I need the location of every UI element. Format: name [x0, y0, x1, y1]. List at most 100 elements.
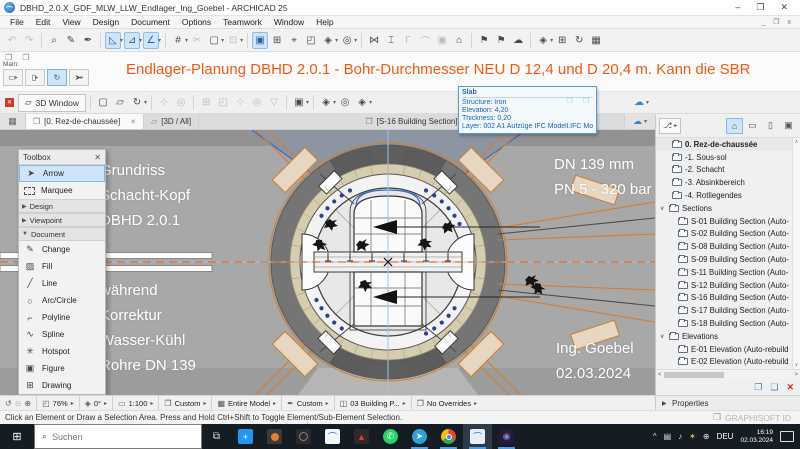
- app-telegram-button[interactable]: ➤: [405, 424, 434, 449]
- graphisoft-id[interactable]: ❐ GRAPHISOFT ID: [713, 412, 795, 423]
- layer-combination-control[interactable]: ❐ Custom▸: [159, 396, 212, 410]
- element-filter-icon[interactable]: ◈: [320, 32, 336, 49]
- target-icon[interactable]: ⌖: [286, 32, 302, 49]
- app-fan-button[interactable]: [289, 424, 318, 449]
- app-pharmacy-button[interactable]: +: [231, 424, 260, 449]
- navigator-horizontal-scrollbar[interactable]: < >: [656, 369, 800, 379]
- story-row-0[interactable]: 0. Rez-de-chaussée: [656, 138, 792, 151]
- rotate-tool-button[interactable]: ↻: [47, 69, 67, 86]
- 3d-window-button[interactable]: ▱ 3D Window: [18, 94, 86, 112]
- publisher-icon[interactable]: ▣: [780, 118, 797, 134]
- task-view-button[interactable]: ⧉: [202, 424, 231, 449]
- elevation-row-0[interactable]: E-01 Elevation (Auto-rebuild: [656, 343, 792, 356]
- lock-caret[interactable]: ▾: [240, 37, 243, 44]
- explore-icon[interactable]: ◎: [173, 94, 189, 111]
- publish-icon[interactable]: ☁: [510, 32, 526, 49]
- render-settings-icon[interactable]: ◎: [337, 94, 353, 111]
- orbit-caret[interactable]: ▾: [144, 99, 147, 106]
- maximize-button[interactable]: ❐: [756, 2, 764, 13]
- taskbar-search[interactable]: ⌕: [34, 424, 202, 449]
- marquee-mode-icon[interactable]: ▢: [206, 32, 222, 49]
- renovation-filter-control[interactable]: ◫ 03 Building P...▸: [335, 396, 412, 410]
- axono-view-icon[interactable]: ▱: [112, 94, 128, 111]
- navigator-tree-button[interactable]: ⎇ ▸: [659, 118, 681, 134]
- menu-help[interactable]: Help: [310, 17, 339, 27]
- lamp-icon[interactable]: ⊹: [232, 94, 248, 111]
- element-filter-caret[interactable]: ▾: [335, 37, 338, 44]
- section-row-3[interactable]: S-09 Building Section (Auto-: [656, 253, 792, 266]
- tool-polyline[interactable]: ⌐Polyline: [19, 309, 105, 326]
- favorites-icon[interactable]: ◈: [535, 32, 551, 49]
- tray-security-icon[interactable]: ✶: [689, 432, 696, 441]
- menu-edit[interactable]: Edit: [30, 17, 57, 27]
- toolbox-header[interactable]: Toolbox ✕: [19, 150, 105, 165]
- section-row-2[interactable]: S-08 Building Section (Auto-: [656, 240, 792, 253]
- favorites-caret[interactable]: ▾: [550, 37, 553, 44]
- select-all-icon[interactable]: ▣: [252, 32, 268, 49]
- story-row-1[interactable]: -1. Sous-sol: [656, 151, 792, 164]
- renovation-icon[interactable]: ◎: [339, 32, 355, 49]
- properties-panel-header[interactable]: ▶ Properties: [656, 395, 800, 410]
- keyboard-language[interactable]: DEU: [717, 432, 734, 441]
- navigator-vertical-scrollbar[interactable]: ∧ ∨: [792, 138, 800, 369]
- fit-in-window-icon[interactable]: ◰: [303, 32, 319, 49]
- tray-display-icon[interactable]: ▤: [664, 432, 672, 441]
- update-icon[interactable]: ↻: [571, 32, 587, 49]
- toolbox-group-document[interactable]: ▼ Document: [19, 227, 105, 241]
- zoom-in-icon[interactable]: ⊕: [24, 399, 31, 408]
- find-select-icon[interactable]: ⌕: [46, 32, 62, 49]
- toolbox-group-design[interactable]: ▶ Design: [19, 199, 105, 213]
- app-archicad-running-button[interactable]: ⌒: [463, 424, 492, 449]
- guide-lines-caret[interactable]: ▾: [120, 37, 123, 44]
- adjust-icon[interactable]: Γ: [400, 32, 416, 49]
- pen-set-control[interactable]: ✒ Custom▸: [282, 396, 335, 410]
- delete-icon[interactable]: ✕: [786, 382, 794, 393]
- orientation-control[interactable]: ◈ 0°▸: [80, 396, 113, 410]
- chevron-down-icon[interactable]: ∨: [660, 205, 666, 212]
- close-button[interactable]: ✕: [780, 2, 788, 13]
- notification-center-icon[interactable]: [780, 431, 794, 442]
- app-camera-button[interactable]: [260, 424, 289, 449]
- clone-folder-icon[interactable]: ❐: [754, 382, 762, 393]
- menu-window[interactable]: Window: [268, 17, 310, 27]
- split-icon[interactable]: ⌶: [383, 32, 399, 49]
- home-story-icon[interactable]: ⌂: [451, 32, 467, 49]
- toolbox-group-viewpoint[interactable]: ▶ Viewpoint: [19, 213, 105, 227]
- tool-drawing[interactable]: ⊞Drawing: [19, 377, 105, 394]
- scrollbar-thumb[interactable]: [664, 372, 724, 378]
- marquee-mode-caret[interactable]: ▾: [221, 37, 224, 44]
- grid-snap-caret[interactable]: ▾: [185, 37, 188, 44]
- tray-network-icon[interactable]: ⊕: [703, 432, 710, 441]
- render-final-icon[interactable]: ◈: [354, 94, 370, 111]
- elevation-row-1[interactable]: E-02 Elevation (Auto-rebuild: [656, 356, 792, 369]
- minimize-button[interactable]: –: [735, 2, 740, 13]
- tray-expand-icon[interactable]: ^: [653, 432, 657, 441]
- section-row-5[interactable]: S-12 Building Section (Auto-: [656, 279, 792, 292]
- tray-audio-icon[interactable]: ♪: [678, 432, 682, 441]
- document-window-controls[interactable]: _ ❐ x: [761, 18, 800, 26]
- tool-fill[interactable]: ▨Fill: [19, 258, 105, 275]
- section-row-8[interactable]: S-18 Building Section (Auto-: [656, 317, 792, 330]
- guide-lines-icon[interactable]: ◺: [105, 32, 121, 49]
- tool-change[interactable]: ✎Change: [19, 241, 105, 258]
- tool-figure[interactable]: ▣Figure: [19, 360, 105, 377]
- menu-design[interactable]: Design: [87, 17, 125, 27]
- project-map-icon[interactable]: ⌂: [726, 118, 743, 134]
- organizer-icon[interactable]: ▦: [588, 32, 604, 49]
- menu-teamwork[interactable]: Teamwork: [217, 17, 268, 27]
- view-map-icon[interactable]: ▭: [744, 118, 761, 134]
- elevations-group-row[interactable]: ∨Elevations: [656, 330, 792, 343]
- lock-icon[interactable]: ⊡: [225, 32, 241, 49]
- shadow-icon[interactable]: ▽: [266, 94, 282, 111]
- scale-control[interactable]: ▭ 1:100▸: [113, 396, 159, 410]
- menu-file[interactable]: File: [4, 17, 30, 27]
- menu-view[interactable]: View: [56, 17, 86, 27]
- tab-cloud-icon[interactable]: ☁▾: [625, 114, 655, 129]
- suspend-groups-icon[interactable]: ✂: [189, 32, 205, 49]
- start-button[interactable]: ⊞: [0, 424, 34, 449]
- app-whatsapp-button[interactable]: ✆: [376, 424, 405, 449]
- render-caret[interactable]: ▾: [333, 99, 336, 106]
- drawing-canvas[interactable]: Grundriss Schacht-Kopf DBHD 2.0.1 währen…: [0, 130, 655, 395]
- layout-book-icon[interactable]: ▯: [762, 118, 779, 134]
- story-row-3[interactable]: -3. Absinkbereich: [656, 176, 792, 189]
